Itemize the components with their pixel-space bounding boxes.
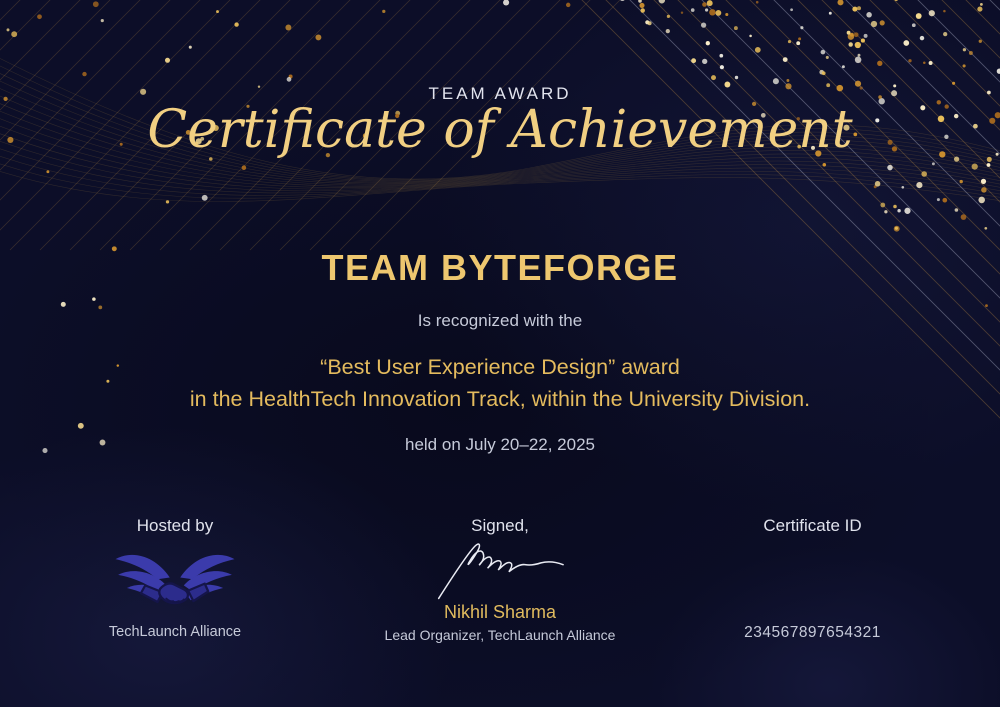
certificate-title: Certificate of Achievement bbox=[0, 100, 1000, 160]
footer: Hosted by bbox=[0, 512, 1000, 662]
certificate-canvas: TEAM AWARD Certificate of Achievement TE… bbox=[0, 0, 1000, 707]
award-name-line: “Best User Experience Design” award bbox=[0, 355, 1000, 380]
signatory-title: Lead Organizer, TechLaunch Alliance bbox=[365, 627, 635, 643]
certificate-content: TEAM AWARD Certificate of Achievement TE… bbox=[0, 0, 1000, 707]
award-track-line: in the HealthTech Innovation Track, with… bbox=[0, 387, 1000, 412]
recipient-name: TEAM BYTEFORGE bbox=[0, 247, 1000, 289]
event-date-line: held on July 20–22, 2025 bbox=[0, 435, 1000, 455]
certificate-id-section: Certificate ID 234567897654321 bbox=[690, 512, 935, 662]
organizer-logo bbox=[40, 546, 310, 621]
organizer-name: TechLaunch Alliance bbox=[40, 624, 310, 640]
signature bbox=[365, 538, 635, 607]
handwritten-signature-icon bbox=[415, 538, 585, 602]
certificate-id-value: 234567897654321 bbox=[690, 624, 935, 642]
recognition-text: Is recognized with the bbox=[0, 311, 1000, 331]
hosted-by-label: Hosted by bbox=[40, 516, 310, 536]
winged-handshake-icon bbox=[113, 546, 237, 616]
certificate-id-label: Certificate ID bbox=[690, 516, 935, 536]
signed-section: Signed, Nikhil Sharma Lead Organizer, Te… bbox=[365, 512, 635, 662]
signed-label: Signed, bbox=[365, 516, 635, 536]
hosted-by-section: Hosted by bbox=[40, 512, 310, 662]
signatory-name: Nikhil Sharma bbox=[365, 602, 635, 623]
